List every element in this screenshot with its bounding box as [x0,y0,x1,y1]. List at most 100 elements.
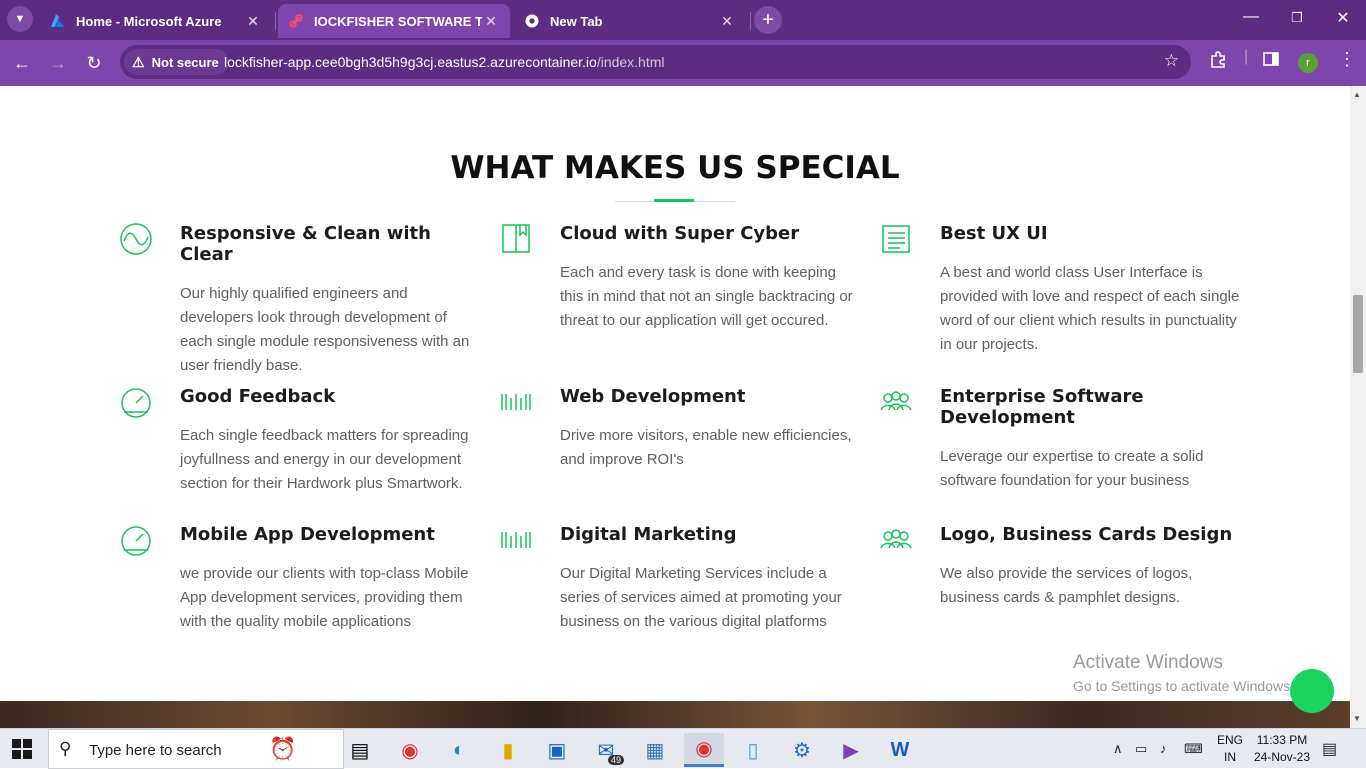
profile-avatar[interactable]: r [1298,53,1318,73]
scrollbar-thumb[interactable] [1353,295,1363,373]
windows-start-icon[interactable] [12,739,32,759]
extensions-puzzle-icon[interactable] [1209,51,1227,74]
search-placeholder: Type here to search [89,742,222,759]
speedometer-icon [121,388,151,418]
feature-card: Responsive & Clean with Clear Our highly… [120,223,480,378]
battery-icon[interactable]: ▭ [1135,741,1147,757]
mail-icon[interactable]: ✉ 49 [586,733,626,767]
feature-card: Digital Marketing Our Digital Marketing … [501,524,860,634]
feature-card: Best UX UI A best and world class User I… [882,223,1240,357]
feature-card: Logo, Business Cards Design We also prov… [880,524,1240,610]
network-app-icon[interactable]: ⚙ [782,733,822,767]
feature-card: Cloud with Super Cyber Each and every ta… [502,223,860,333]
section-title: WHAT MAKES US SPECIAL [450,150,900,186]
feature-text: Leverage our expertise to create a solid… [940,448,1204,489]
tab-divider [275,12,276,30]
mail-badge: 49 [607,755,624,765]
keyboard-icon[interactable]: ⌨ [1184,741,1203,757]
address-bar[interactable]: ⚠ Not secure lockfisher-app.cee0bgh3d5h9… [120,45,1191,79]
restore-icon[interactable]: ❐ [1277,10,1317,26]
more-menu-icon[interactable]: ⋮ [1338,49,1356,70]
team-icon [880,529,912,549]
feature-text: Our Digital Marketing Services include a… [560,565,842,630]
notification-center-icon[interactable]: ▤ [1322,739,1337,759]
azure-icon [50,13,66,29]
language-indicator[interactable]: ENG IN [1214,732,1246,766]
bars-icon [501,532,531,548]
minimize-icon[interactable]: — [1231,8,1271,26]
windows-taskbar: ⚲ Type here to search ⏰ ▤ ◉ ◐ ▮ ▣ ✉ 49 ▦ … [0,728,1366,769]
edge-icon[interactable]: ◐ [439,733,479,767]
link-icon [288,13,304,29]
tab-divider [750,12,751,30]
feature-card: Enterprise Software Development Leverage… [880,386,1240,493]
close-icon[interactable]: ✕ [718,13,736,30]
url-host: lockfisher-app.cee0bgh3d5h9g3cj.eastus2.… [224,54,597,70]
team-icon [880,391,912,411]
document-lines-icon [882,225,910,253]
file-explorer-icon[interactable]: ▮ [488,733,528,767]
security-chip[interactable]: ⚠ Not secure [124,49,229,75]
video-editor-icon[interactable]: ▶ [831,733,871,767]
clock-date: 24-Nov-23 [1253,750,1311,764]
notepad-icon[interactable]: ▯ [733,733,773,767]
warning-icon: ⚠ [132,53,145,70]
speaker-muted-icon[interactable]: ♪ [1160,741,1167,756]
region-code: IN [1224,750,1236,764]
watermark-title: Activate Windows [1073,652,1223,673]
toolbar-divider: | [1244,48,1249,65]
search-highlight-icon[interactable]: ⏰ [269,736,296,762]
feature-card: Mobile App Development we provide our cl… [121,524,480,634]
web-page: WHAT MAKES US SPECIAL Responsive & Clean… [0,86,1350,701]
tab-title: Home - Microsoft Azure [76,13,222,29]
back-arrow-icon[interactable]: ← [9,50,35,76]
tray-chevron-icon[interactable]: ∧ [1113,741,1123,757]
scroll-down-arrow-icon[interactable]: ▼ [1353,714,1361,723]
activate-windows-watermark: Activate Windows Go to Settings to activ… [1073,652,1294,694]
feature-title: Digital Marketing [560,524,737,545]
close-icon[interactable]: ✕ [482,13,500,30]
speedometer-icon [121,526,151,556]
tab-title: IOCKFISHER SOFTWARE TECH [314,13,482,29]
new-tab-button[interactable]: + [754,6,782,34]
tab-search-chevron-icon[interactable]: ▼ [7,6,33,32]
window-close-icon[interactable]: ✕ [1323,8,1363,28]
browser-toolbar: ← → ↻ ⚠ Not secure lockfisher-app.cee0bg… [0,40,1366,86]
security-label: Not secure [151,54,219,70]
tab-title: New Tab [550,13,603,29]
book-icon [502,224,530,253]
tab-strip: ▼ Home - Microsoft Azure ✕ IOCKFISHER SO… [0,0,1366,40]
python-icon[interactable]: ▦ [635,733,675,767]
bars-icon [501,394,531,410]
pulse-circle-icon [120,223,152,255]
feature-title: Logo, Business Cards Design [940,524,1233,545]
bookmark-star-icon[interactable]: ☆ [1164,51,1179,71]
forward-arrow-icon[interactable]: → [45,50,71,76]
side-panel-icon[interactable] [1263,51,1279,72]
watermark-subtitle: Go to Settings to activate Windows. [1073,678,1294,694]
feature-text: Each single feedback matters for spreadi… [180,427,469,492]
system-clock[interactable]: 11:33 PM 24-Nov-23 [1252,732,1312,766]
feature-card: Web Development Drive more visitors, ena… [501,386,860,472]
scroll-up-arrow-icon[interactable]: ▲ [1353,90,1361,99]
chrome-taskbar-icon[interactable]: ◉ [390,733,430,767]
tab-new-tab[interactable]: New Tab ✕ [514,4,746,38]
reload-icon[interactable]: ↻ [81,50,107,76]
word-icon[interactable]: W [880,733,920,767]
title-accent-bar [654,199,694,202]
tab-azure[interactable]: Home - Microsoft Azure ✕ [40,4,272,38]
task-view-icon[interactable]: ▤ [340,733,380,767]
feature-title: Best UX UI [940,223,1048,244]
page-scrollbar[interactable]: ▲ ▼ [1350,86,1366,728]
tab-iockfisher[interactable]: IOCKFISHER SOFTWARE TECH ✕ [278,4,510,38]
feature-title: Web Development [560,386,746,407]
chrome-icon [524,13,540,29]
taskbar-search-box[interactable]: ⚲ Type here to search ⏰ [48,729,344,769]
url-text[interactable]: lockfisher-app.cee0bgh3d5h9g3cj.eastus2.… [224,54,665,70]
floating-chat-button[interactable] [1290,669,1334,713]
feature-text: A best and world class User Interface is… [940,264,1240,353]
feature-title: Responsive & Clean with Clear [180,223,431,265]
close-icon[interactable]: ✕ [244,13,262,30]
store-icon[interactable]: ▣ [537,733,577,767]
chrome-active-icon[interactable]: ◉ [684,733,724,767]
